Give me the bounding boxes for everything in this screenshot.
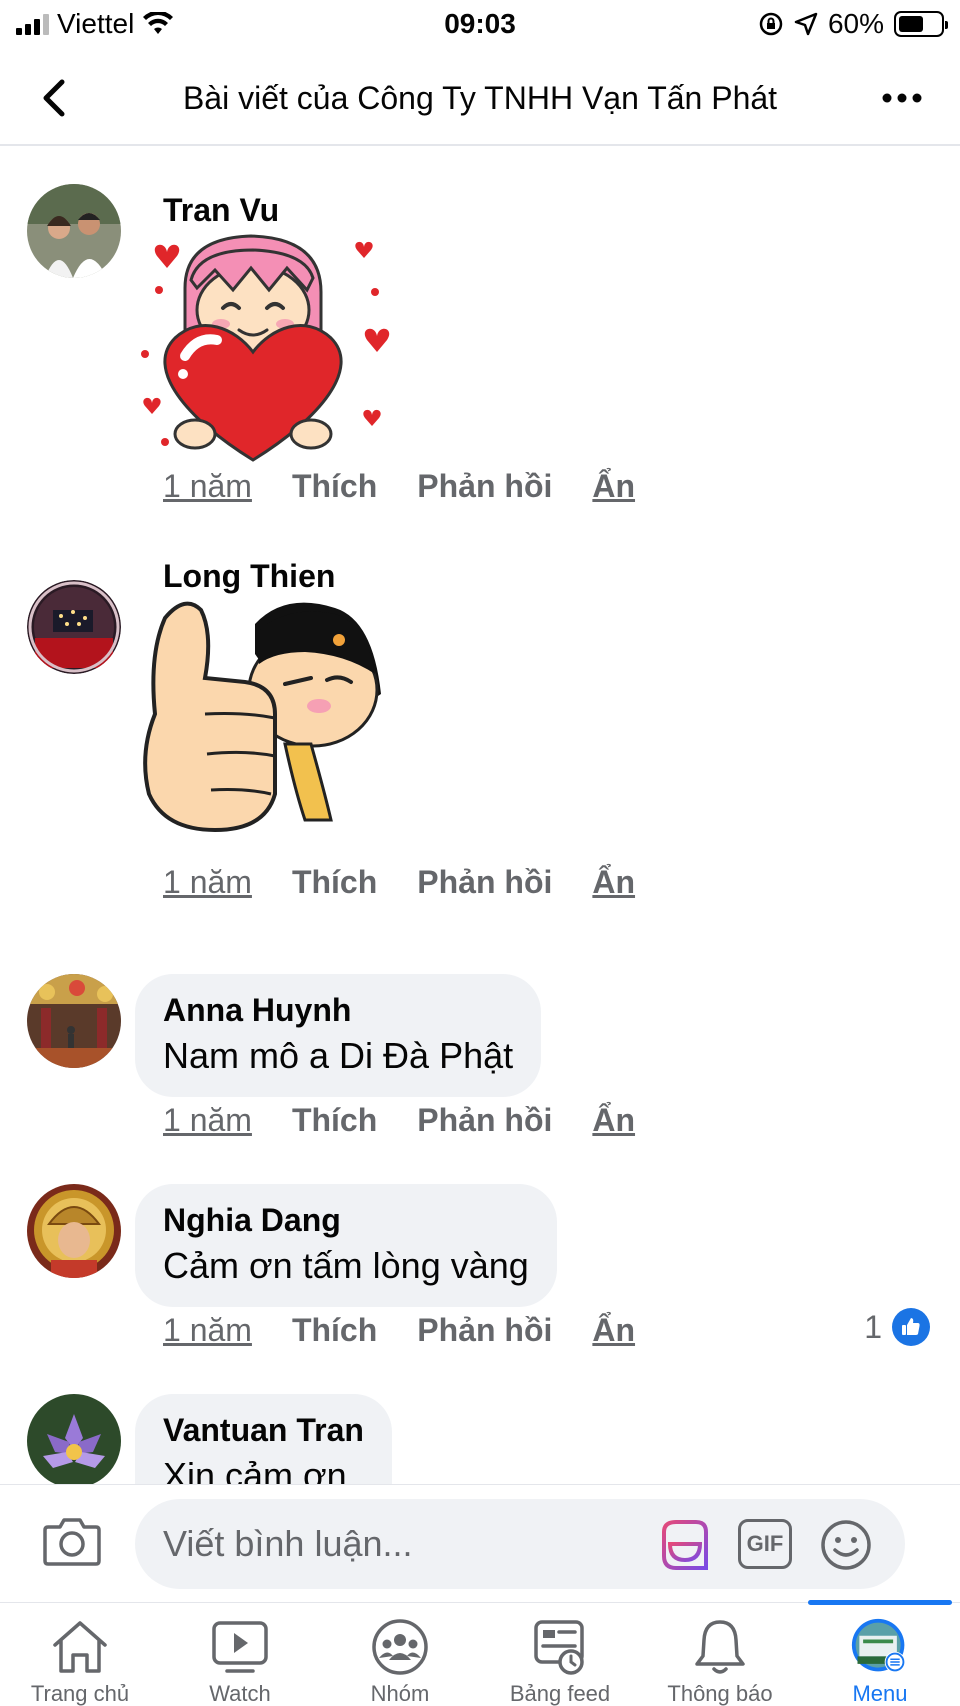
emoji-icon [821, 1520, 871, 1570]
thumbs-up-sticker[interactable] [135, 594, 395, 834]
comment-text: Xin cảm ơn [163, 1455, 347, 1484]
feeds-icon [530, 1617, 590, 1677]
menu-avatar-icon [850, 1617, 910, 1677]
like-comment-button[interactable]: Thích [292, 1102, 377, 1139]
reply-comment-button[interactable]: Phản hồi [417, 1312, 552, 1349]
avatar[interactable] [27, 184, 121, 278]
comment-author[interactable]: Tran Vu [163, 192, 279, 229]
bell-icon [690, 1617, 750, 1677]
nav-menu[interactable]: Menu [800, 1600, 960, 1706]
hide-comment-button[interactable]: Ẩn [592, 864, 635, 901]
comment-actions: 1 năm Thích Phản hồi Ẩn [163, 468, 635, 505]
comment-author[interactable]: Long Thien [163, 558, 335, 595]
nav-feeds[interactable]: Bảng feed [480, 1603, 640, 1706]
reaction-count: 1 [864, 1308, 882, 1345]
watch-icon [210, 1617, 270, 1677]
gif-button[interactable]: GIF [738, 1519, 792, 1569]
reply-comment-button[interactable]: Phản hồi [417, 864, 552, 901]
like-comment-button[interactable]: Thích [292, 864, 377, 901]
camera-button[interactable] [42, 1515, 102, 1571]
comment-text: Cảm ơn tấm lòng vàng [163, 1245, 529, 1286]
hide-comment-button[interactable]: Ẩn [592, 1102, 635, 1139]
like-comment-button[interactable]: Thích [292, 468, 377, 505]
nav-groups[interactable]: Nhóm [320, 1603, 480, 1706]
emoji-button[interactable] [818, 1519, 874, 1571]
nav-label: Menu [852, 1681, 908, 1706]
comment-item: Tran Vu 1 năm Thích Phản hồi Ẩn [0, 148, 960, 508]
nav-notifications[interactable]: Thông báo [640, 1603, 800, 1706]
reply-comment-button[interactable]: Phản hồi [417, 468, 552, 505]
comment-timestamp[interactable]: 1 năm [163, 1102, 252, 1139]
nav-watch[interactable]: Watch [160, 1603, 320, 1706]
comment-timestamp[interactable]: 1 năm [163, 864, 252, 901]
comment-item: Nghia Dang Cảm ơn tấm lòng vàng 1 năm Th… [0, 1184, 960, 1364]
page-title: Bài viết của Công Ty TNHH Vạn Tấn Phát [182, 80, 778, 116]
comment-list[interactable]: Tran Vu 1 năm Thích Phản hồi Ẩn Long Thi… [0, 148, 960, 1484]
comment-bubble[interactable]: Anna Huynh Nam mô a Di Đà Phật [135, 974, 542, 1097]
battery-icon [894, 11, 948, 37]
groups-icon [370, 1617, 430, 1677]
bottom-navigation: Trang chủ Watch Nhóm Bảng feed Thông báo [0, 1600, 960, 1706]
comment-text: Nam mô a Di Đà Phật [163, 1035, 514, 1076]
comment-author[interactable]: Nghia Dang [163, 1202, 529, 1239]
nav-label: Watch [209, 1681, 271, 1706]
avatar[interactable] [27, 580, 121, 674]
more-options-button[interactable] [874, 74, 930, 122]
nav-label: Bảng feed [509, 1681, 611, 1706]
reaction-summary[interactable]: 1 [864, 1308, 930, 1346]
reply-comment-button[interactable]: Phản hồi [417, 1102, 552, 1139]
avatar[interactable] [27, 1184, 121, 1278]
status-bar: Viettel 09:03 60% [0, 0, 960, 50]
home-icon [50, 1617, 110, 1677]
nav-label: Nhóm [370, 1681, 430, 1706]
camera-icon [43, 1518, 101, 1566]
girl-holding-heart-sticker[interactable] [135, 228, 395, 488]
comment-author[interactable]: Anna Huynh [163, 992, 513, 1029]
nav-label: Thông báo [667, 1681, 773, 1706]
comment-composer: GIF [0, 1484, 960, 1602]
avatar[interactable] [27, 974, 121, 1068]
more-horizontal-icon [882, 93, 922, 103]
comment-item: Long Thien 1 năm Thích Phản hồi Ẩn [0, 544, 960, 904]
like-comment-button[interactable]: Thích [292, 1312, 377, 1349]
avatar-sticker-icon [662, 1520, 708, 1570]
avatar[interactable] [27, 1394, 121, 1484]
comment-actions: 1 năm Thích Phản hồi Ẩn [163, 1312, 635, 1349]
comment-item: Vantuan Tran Xin cảm ơn [0, 1394, 960, 1484]
nav-label: Trang chủ [30, 1681, 130, 1706]
battery-percent: 60% [827, 8, 884, 39]
comment-bubble[interactable]: Nghia Dang Cảm ơn tấm lòng vàng [135, 1184, 557, 1307]
comment-actions: 1 năm Thích Phản hồi Ẩn [163, 1102, 635, 1139]
post-header: Bài viết của Công Ty TNHH Vạn Tấn Phát [0, 50, 960, 146]
comment-timestamp[interactable]: 1 năm [163, 1312, 252, 1349]
comment-author[interactable]: Vantuan Tran [163, 1412, 364, 1449]
hide-comment-button[interactable]: Ẩn [592, 1312, 635, 1349]
location-arrow-icon [794, 12, 818, 36]
comment-item: Anna Huynh Nam mô a Di Đà Phật 1 năm Thí… [0, 974, 960, 1154]
comment-timestamp[interactable]: 1 năm [163, 468, 252, 505]
hide-comment-button[interactable]: Ẩn [592, 468, 635, 505]
avatar-sticker-button[interactable] [655, 1519, 711, 1571]
nav-home[interactable]: Trang chủ [0, 1603, 160, 1706]
comment-bubble[interactable]: Vantuan Tran Xin cảm ơn [135, 1394, 392, 1484]
rotation-lock-icon [759, 12, 783, 36]
like-reaction-icon [892, 1308, 930, 1346]
comment-actions: 1 năm Thích Phản hồi Ẩn [163, 864, 635, 901]
